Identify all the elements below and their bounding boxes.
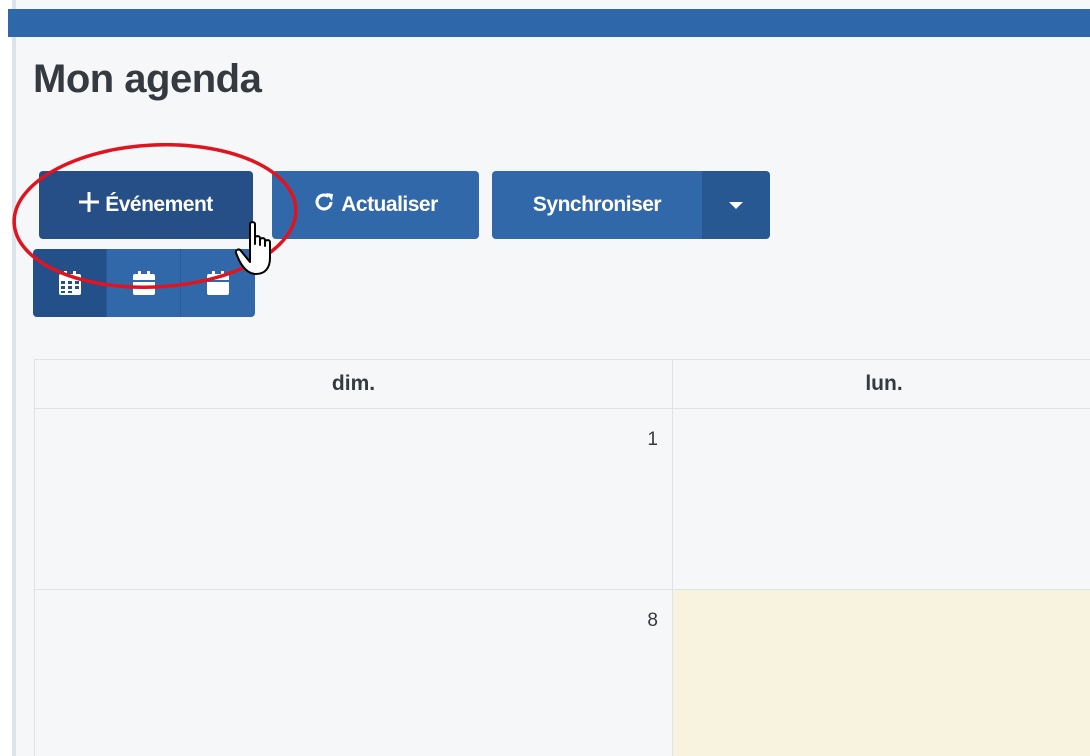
- week-view-button[interactable]: [106, 249, 180, 317]
- day-view-icon: [207, 271, 229, 295]
- sync-dropdown-toggle[interactable]: [702, 171, 770, 239]
- month-calendar: dim. lun. 1 8: [34, 359, 1090, 756]
- month-view-icon: [58, 271, 81, 295]
- month-view-button[interactable]: [33, 249, 106, 317]
- day-number: 8: [647, 610, 658, 631]
- header-sunday: dim.: [35, 360, 673, 409]
- caret-down-icon: [729, 201, 743, 209]
- top-bar: [8, 9, 1090, 37]
- sync-label: Synchroniser: [532, 193, 662, 216]
- day-cell[interactable]: 1: [35, 409, 673, 590]
- day-cell[interactable]: [673, 409, 1090, 590]
- sync-button[interactable]: Synchroniser: [492, 171, 702, 239]
- header-monday: lun.: [673, 360, 1090, 409]
- add-event-button[interactable]: Événement: [39, 171, 253, 239]
- page-title: Mon agenda: [33, 57, 262, 101]
- refresh-label: Actualiser: [341, 193, 438, 216]
- add-event-label: Événement: [105, 193, 213, 216]
- day-cell[interactable]: 8: [35, 590, 673, 756]
- left-divider: [12, 0, 16, 756]
- refresh-button[interactable]: Actualiser: [272, 171, 479, 239]
- left-margin: [0, 0, 12, 756]
- refresh-icon: [313, 191, 335, 219]
- today-cell[interactable]: [673, 590, 1090, 756]
- plus-icon: [79, 192, 100, 218]
- day-number: 1: [647, 429, 658, 450]
- week-view-icon: [132, 271, 155, 295]
- view-switcher: [33, 249, 255, 317]
- day-view-button[interactable]: [180, 249, 255, 317]
- page: Mon agenda Événement Actualiser Synchron…: [0, 0, 1090, 756]
